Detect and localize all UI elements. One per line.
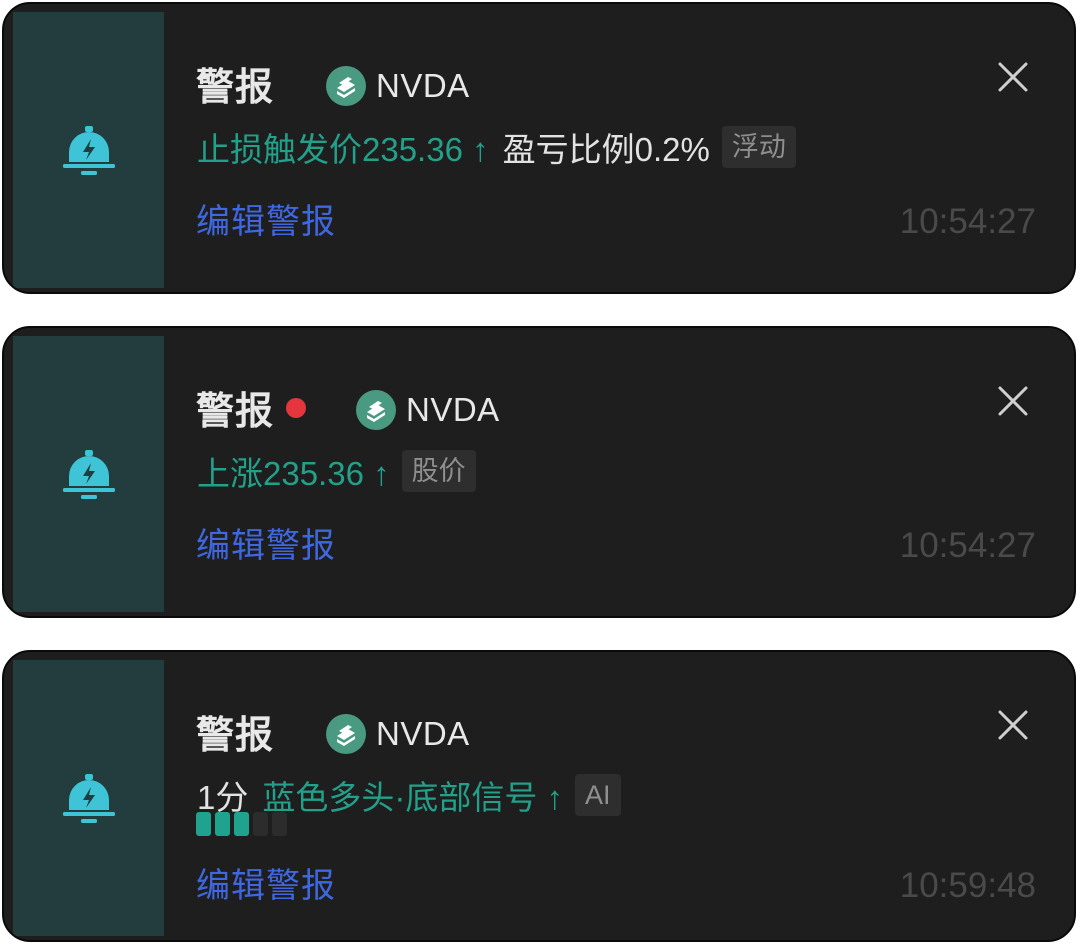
alert-condition: 蓝色多头·底部信号 ↑ — [262, 779, 564, 816]
alert-icon-panel — [13, 12, 164, 288]
alarm-bell-icon — [62, 450, 115, 499]
alert-card[interactable]: 警报 NVDA 1分 蓝色多头·底部信号 ↑ AI 编辑警报 10:59:48 — [2, 650, 1076, 942]
alert-type-tag: 股价 — [401, 450, 476, 492]
unread-dot — [286, 398, 306, 418]
ticker-symbol: NVDA — [406, 391, 500, 428]
alert-icon-panel — [13, 660, 164, 936]
alert-title: 警报 — [196, 715, 275, 757]
alert-card[interactable]: 警报 NVDA 止损触发价235.36 ↑ 盈亏比例0.2% 浮动 编辑警报 1… — [2, 2, 1076, 294]
ticker-chip[interactable]: NVDA — [356, 386, 500, 434]
nvda-logo-icon — [326, 66, 366, 106]
ticker-chip[interactable]: NVDA — [326, 710, 470, 758]
close-button[interactable] — [996, 384, 1030, 418]
close-icon — [998, 62, 1028, 92]
signal-strength-bar — [253, 812, 268, 836]
alert-timestamp: 10:54:27 — [899, 202, 1036, 241]
alert-title: 警报 — [196, 391, 275, 433]
alarm-bell-icon — [62, 126, 115, 175]
alarm-bell-icon — [62, 774, 115, 823]
alert-timestamp: 10:59:48 — [899, 866, 1036, 905]
alert-card[interactable]: 警报 NVDA 上涨235.36 ↑ 股价 编辑警报 10:54:27 — [2, 326, 1076, 618]
alert-type-tag: AI — [575, 774, 621, 816]
alert-icon-panel — [13, 336, 164, 612]
ticker-symbol: NVDA — [376, 715, 470, 752]
close-button[interactable] — [996, 60, 1030, 94]
alert-title: 警报 — [196, 67, 275, 109]
signal-strength-bar — [234, 812, 249, 836]
close-button[interactable] — [996, 708, 1030, 742]
ticker-symbol: NVDA — [376, 67, 470, 104]
signal-strength-bar — [272, 812, 287, 836]
edit-alert-link[interactable]: 编辑警报 — [196, 524, 336, 568]
alert-detail: 盈亏比例0.2% — [502, 131, 710, 168]
edit-alert-link[interactable]: 编辑警报 — [196, 200, 336, 244]
signal-strength-bar — [215, 812, 230, 836]
nvda-logo-icon — [356, 390, 396, 430]
edit-alert-link[interactable]: 编辑警报 — [196, 864, 336, 908]
alert-condition: 止损触发价235.36 ↑ — [197, 131, 489, 168]
signal-strength-bar — [196, 812, 211, 836]
nvda-logo-icon — [326, 714, 366, 754]
close-icon — [998, 386, 1028, 416]
signal-strength-meter — [196, 812, 287, 836]
alert-condition-line: 1分 蓝色多头·底部信号 ↑ AI — [197, 773, 621, 817]
ticker-chip[interactable]: NVDA — [326, 62, 470, 110]
close-icon — [998, 710, 1028, 740]
alert-type-tag: 浮动 — [721, 126, 796, 168]
alert-condition: 上涨235.36 ↑ — [197, 455, 390, 492]
alert-condition-line: 上涨235.36 ↑ 股价 — [197, 449, 476, 493]
alert-condition-line: 止损触发价235.36 ↑ 盈亏比例0.2% 浮动 — [197, 125, 796, 169]
alert-timestamp: 10:54:27 — [899, 526, 1036, 565]
